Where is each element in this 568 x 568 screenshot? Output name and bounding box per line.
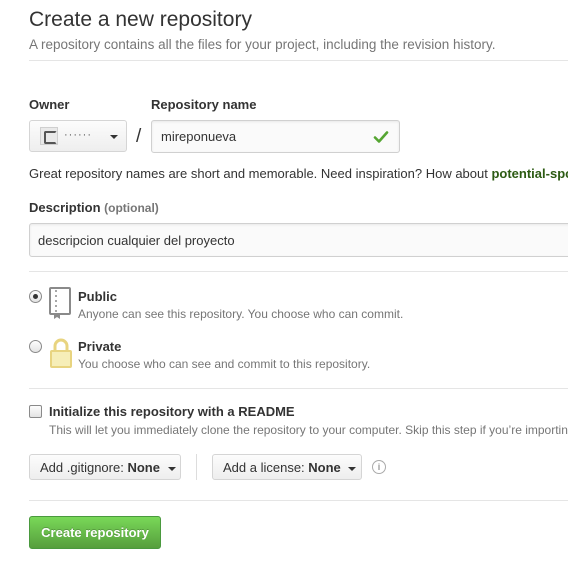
- public-title: Public: [78, 289, 118, 304]
- description-label: Description (optional): [29, 200, 159, 215]
- repository-name-input[interactable]: mireponueva: [151, 120, 400, 153]
- chevron-down-icon: [167, 466, 176, 471]
- page-title: Create a new repository: [29, 8, 252, 31]
- private-description: You choose who can see and commit to thi…: [78, 357, 371, 371]
- suggested-name-link[interactable]: potential-spo: [491, 166, 568, 181]
- chevron-down-icon: [348, 466, 357, 471]
- repository-name-value: mireponueva: [161, 129, 237, 144]
- readme-checkbox[interactable]: [29, 405, 42, 418]
- readme-title: Initialize this repository with a README: [49, 404, 295, 419]
- divider: [29, 500, 568, 501]
- description-input[interactable]: descripcion cualquier del proyecto: [29, 223, 568, 257]
- owner-select-button[interactable]: ······: [29, 120, 127, 152]
- lock-icon: [50, 338, 72, 368]
- gitignore-value: None: [127, 460, 160, 475]
- repo-book-icon: [49, 287, 71, 319]
- description-label-text: Description: [29, 200, 101, 215]
- repo-name-hint: Great repository names are short and mem…: [29, 166, 568, 181]
- divider: [29, 60, 568, 61]
- description-value: descripcion cualquier del proyecto: [38, 233, 235, 248]
- avatar-icon: [40, 127, 58, 145]
- public-radio[interactable]: [29, 290, 42, 303]
- public-description: Anyone can see this repository. You choo…: [78, 307, 404, 321]
- gitignore-prefix: Add .gitignore:: [40, 460, 128, 475]
- hint-text: Great repository names are short and mem…: [29, 166, 492, 181]
- owner-repo-separator: /: [136, 126, 142, 147]
- optional-hint: (optional): [104, 201, 159, 215]
- vertical-divider: [196, 454, 197, 480]
- private-title: Private: [78, 339, 122, 354]
- chevron-down-icon: [110, 135, 118, 139]
- repo-name-label: Repository name: [151, 97, 257, 112]
- readme-description: This will let you immediately clone the …: [49, 423, 568, 437]
- create-repository-button[interactable]: Create repository: [29, 516, 161, 549]
- page-subtitle: A repository contains all the files for …: [29, 37, 496, 52]
- divider: [29, 388, 568, 389]
- divider: [29, 271, 568, 272]
- owner-name: ······: [64, 129, 92, 141]
- owner-label: Owner: [29, 97, 70, 112]
- license-prefix: Add a license:: [223, 460, 309, 475]
- info-icon[interactable]: i: [372, 460, 386, 474]
- private-radio[interactable]: [29, 340, 42, 353]
- license-value: None: [308, 460, 341, 475]
- check-icon: [373, 131, 389, 143]
- gitignore-dropdown[interactable]: Add .gitignore: None: [29, 454, 181, 480]
- license-dropdown[interactable]: Add a license: None: [212, 454, 362, 480]
